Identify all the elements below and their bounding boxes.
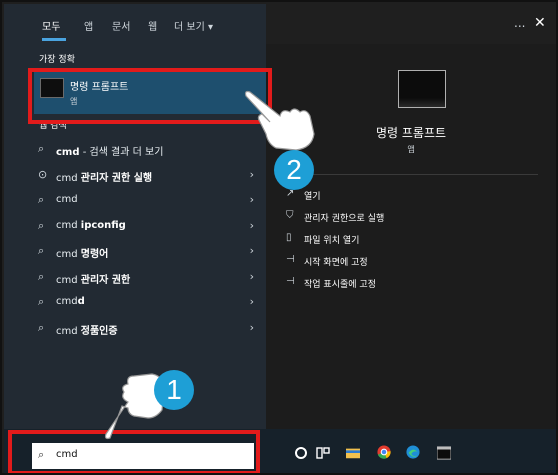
tab-all[interactable]: 모두: [42, 18, 60, 33]
step-1-badge: 1: [154, 370, 194, 410]
tab-more[interactable]: 더 보기 ▾: [174, 18, 213, 33]
preview-action-item[interactable]: ⊣ 작업 표시줄에 고정: [286, 274, 536, 294]
chevron-right-icon[interactable]: ›: [250, 219, 254, 232]
result-label: cmd 정품인증: [56, 325, 118, 337]
search-icon: ⌕: [38, 269, 45, 283]
edge-icon[interactable]: [406, 445, 420, 459]
result-label: cmd: [56, 194, 78, 205]
preview-action-item[interactable]: ⛉ 관리자 권한으로 실행: [286, 208, 536, 228]
search-result-item[interactable]: ⌕ cmd - 검색 결과 더 보기: [34, 138, 266, 162]
search-result-item[interactable]: ⌕ cmdd ›: [34, 291, 266, 315]
chevron-right-icon[interactable]: ›: [250, 321, 254, 334]
search-result-item[interactable]: ⌕ cmd 정품인증 ›: [34, 317, 266, 341]
search-result-item[interactable]: ⌕ cmd 관리자 권한 ›: [34, 266, 266, 290]
search-icon: ⌕: [38, 218, 45, 232]
active-tab-indicator: [42, 38, 66, 41]
web-icon: ⊙: [38, 167, 48, 181]
result-label: cmd - 검색 결과 더 보기: [56, 147, 164, 158]
chrome-icon[interactable]: [377, 445, 391, 459]
step-2-badge: 2: [274, 150, 314, 190]
highlight-box-best-match: [28, 68, 272, 124]
search-icon: ⌕: [38, 244, 45, 257]
chevron-right-icon[interactable]: ›: [250, 193, 254, 206]
search-icon: ⌕: [38, 193, 45, 206]
preview-action-label: 작업 표시줄에 고정: [304, 280, 376, 290]
preview-action-label: 시작 화면에 고정: [304, 258, 368, 268]
search-icon: ⌕: [38, 295, 45, 308]
pin-icon: ⊣: [286, 254, 295, 265]
divider: [284, 174, 538, 175]
tab-documents[interactable]: 문서: [112, 18, 130, 33]
search-icon: ⌕: [38, 142, 45, 155]
command-prompt-icon: [398, 70, 446, 108]
chevron-right-icon[interactable]: ›: [250, 295, 254, 308]
preview-action-label: 관리자 권한으로 실행: [304, 214, 385, 224]
search-result-item[interactable]: ⌕ cmd ›: [34, 189, 266, 213]
preview-action-label: 파일 위치 열기: [304, 236, 360, 246]
cortana-icon[interactable]: [294, 446, 308, 460]
result-label: cmdd: [56, 296, 85, 307]
file-explorer-icon[interactable]: [346, 446, 360, 460]
search-result-item[interactable]: ⊙ cmd 관리자 권한 실행 ›: [34, 164, 266, 188]
chevron-right-icon[interactable]: ›: [250, 244, 254, 257]
result-label: cmd ipconfig: [56, 219, 126, 231]
result-label: cmd 관리자 권한 실행: [56, 172, 153, 184]
preview-action-item[interactable]: ▯ 파일 위치 열기: [286, 230, 536, 250]
result-label: cmd 명령어: [56, 249, 109, 260]
task-view-icon[interactable]: [316, 446, 330, 460]
preview-action-item[interactable]: ↗ 열기: [286, 186, 536, 206]
chevron-right-icon[interactable]: ›: [250, 270, 254, 283]
close-icon[interactable]: ✕: [534, 15, 546, 31]
search-tabs: 모두 앱 문서 웹 더 보기 ▾ ... ✕: [4, 4, 556, 44]
tab-apps[interactable]: 앱: [84, 18, 93, 33]
search-result-item[interactable]: ⌕ cmd ipconfig ›: [34, 215, 266, 239]
search-icon: ⌕: [38, 320, 45, 334]
terminal-icon[interactable]: [437, 446, 451, 460]
tab-web[interactable]: 웹: [148, 18, 157, 33]
pointing-hand-icon: [244, 90, 315, 151]
best-match-heading: 가장 정확: [39, 55, 75, 65]
start-search-window: 명령 프롬프트 앱 ↗ 열기 ⛉ 관리자 권한으로 실행 ▯ 파일 위치 열기 ⊣ 시작 화면…: [0, 0, 558, 475]
chevron-right-icon[interactable]: ›: [250, 168, 254, 181]
folder-icon: ▯: [286, 232, 292, 243]
preview-action-item[interactable]: ⊣ 시작 화면에 고정: [286, 252, 536, 272]
pin-icon: ⊣: [286, 276, 295, 287]
more-options-icon[interactable]: ...: [514, 16, 525, 30]
shield-icon: ⛉: [286, 210, 294, 221]
result-label: cmd 관리자 권한: [56, 274, 131, 286]
search-result-item[interactable]: ⌕ cmd 명령어 ›: [34, 240, 266, 264]
preview-action-label: 열기: [304, 192, 321, 202]
